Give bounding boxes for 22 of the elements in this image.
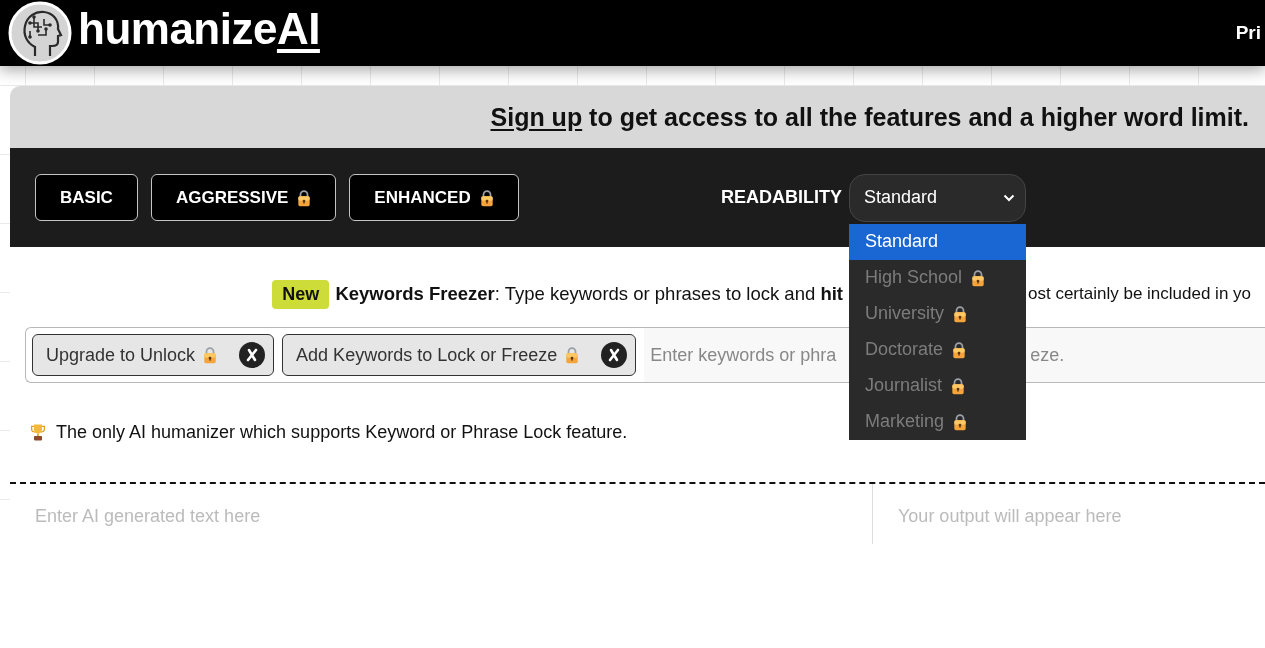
head-circuit-icon xyxy=(8,1,72,65)
mode-button[interactable]: ENHANCED xyxy=(349,174,519,221)
keyword-input-hint: eze. xyxy=(1028,328,1265,382)
new-badge: New xyxy=(272,279,330,309)
chip-label: Add Keywords to Lock or Freeze xyxy=(296,344,558,366)
close-icon[interactable] xyxy=(239,342,266,368)
mode-button[interactable]: AGGRESSIVE xyxy=(150,174,337,221)
nav-link[interactable]: Pri xyxy=(1235,22,1261,44)
readability-select[interactable]: Standard xyxy=(849,173,1026,222)
signup-message: Sign up to get access to all the features and a higher word limit. xyxy=(490,102,1249,132)
freezer-description: Keywords Freezer: Type keywords or phrases to lock and hit xyxy=(335,283,843,305)
dropdown-option[interactable]: Standard xyxy=(849,223,1026,260)
freezer-description: ost certainly be included in yo xyxy=(1028,284,1252,304)
chevron-down-icon xyxy=(1003,193,1015,202)
mode-button[interactable]: BASIC xyxy=(35,174,138,221)
logo-text: humanizeAI xyxy=(78,7,320,51)
signup-link[interactable]: Sign up xyxy=(490,102,583,131)
close-icon[interactable] xyxy=(601,342,628,368)
trophy-icon xyxy=(30,423,46,441)
readability-label: READABILITY xyxy=(721,187,842,208)
chip-label: Upgrade to Unlock xyxy=(46,344,196,366)
feature-note: The only AI humanizer which supports Keyword or Phrase Lock feature. xyxy=(56,421,628,443)
